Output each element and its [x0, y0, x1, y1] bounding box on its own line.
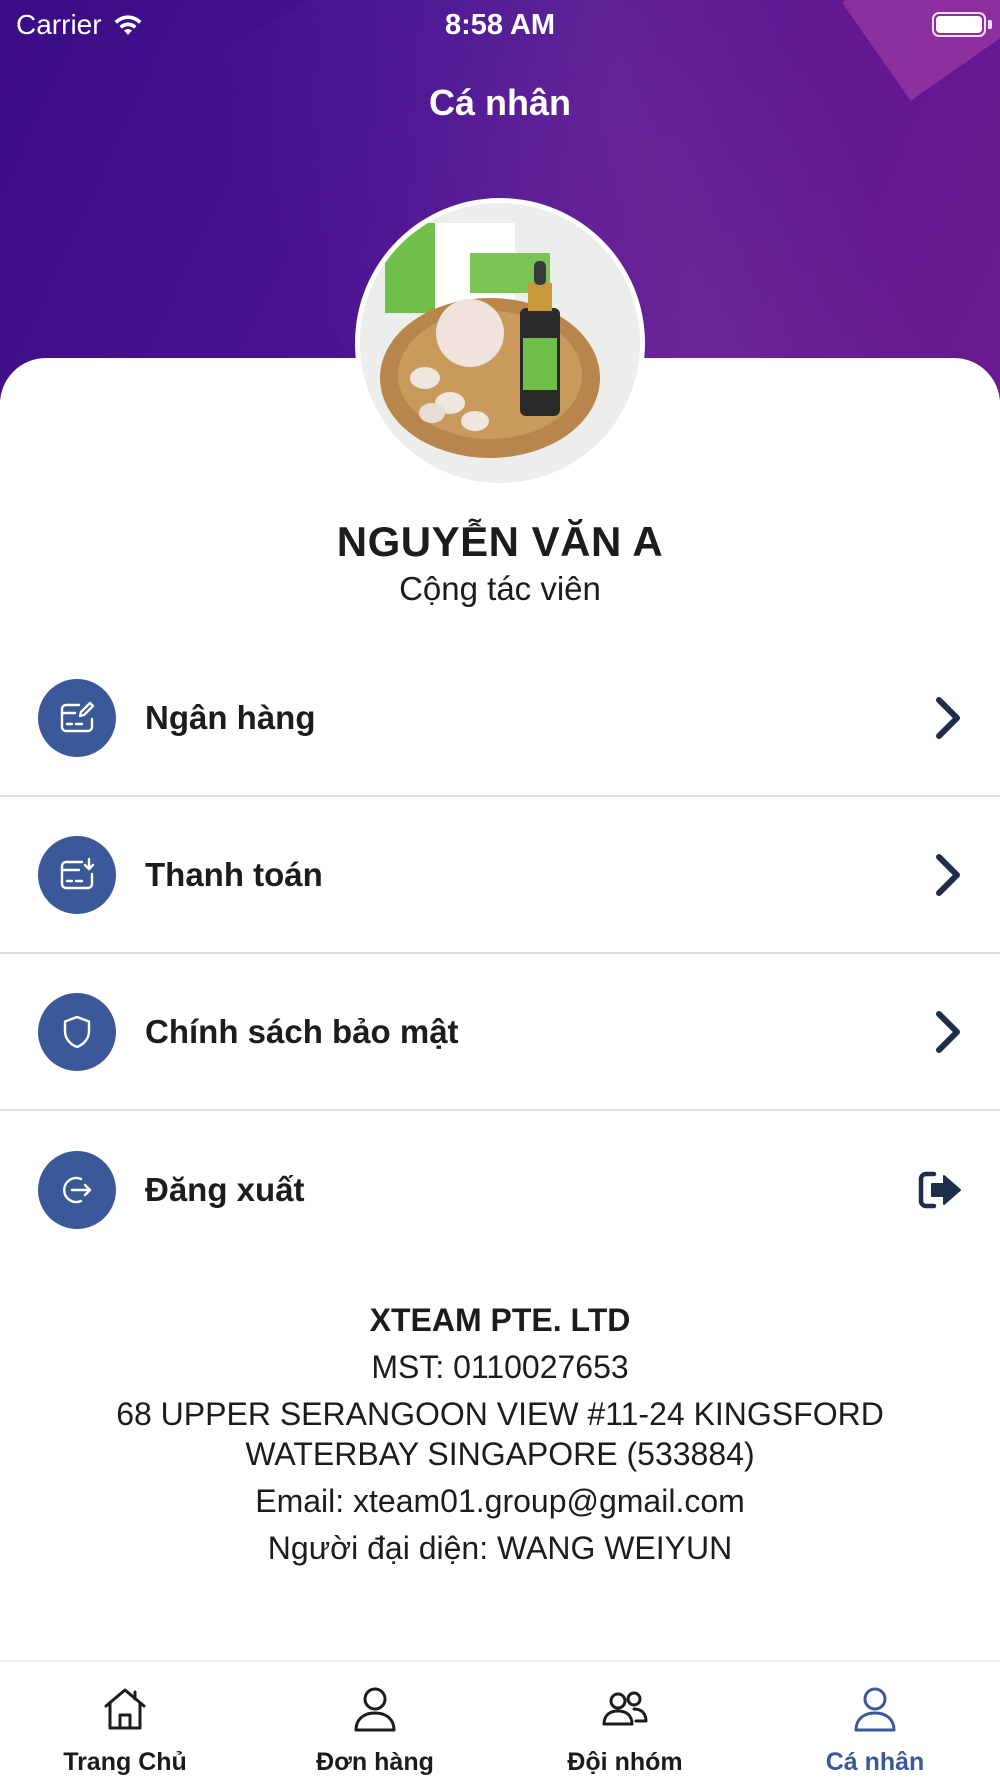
tab-bar: Trang Chủ Đơn hàng Đội nhóm Cá nhân — [0, 1660, 1000, 1778]
tab-label: Đơn hàng — [316, 1748, 434, 1776]
company-representative: Người đại diện: WANG WEIYUN — [267, 1530, 733, 1566]
tab-label: Đội nhóm — [567, 1748, 683, 1776]
person-icon — [848, 1682, 902, 1736]
company-tax-id: MST: 0110027653 — [371, 1349, 629, 1385]
sign-out-icon — [918, 1171, 961, 1208]
avatar-image — [360, 203, 640, 483]
menu-item-label: Đăng xuất — [145, 1170, 305, 1208]
tab-team[interactable]: Đội nhóm — [500, 1662, 750, 1778]
company-address-line2: WATERBAY SINGAPORE (533884) — [245, 1436, 755, 1472]
menu-item-payment[interactable]: Thanh toán — [0, 797, 1000, 954]
page-title: Cá nhân — [428, 82, 571, 123]
menu-item-label: Chính sách bảo mật — [145, 1012, 459, 1050]
company-info: XTEAM PTE. LTD MST: 0110027653 68 UPPER … — [0, 1300, 1000, 1575]
battery-tip — [988, 20, 992, 29]
bank-card-edit-icon — [38, 678, 116, 757]
logout-icon — [38, 1150, 116, 1229]
status-time: 8:58 AM — [444, 9, 556, 41]
chevron-right-icon — [936, 853, 960, 896]
shield-icon — [38, 992, 116, 1071]
menu-item-privacy-policy[interactable]: Chính sách bảo mật — [0, 954, 1000, 1111]
chevron-right-icon — [936, 696, 960, 739]
profile-menu: Ngân hàng Thanh toán Chính sách bảo mật … — [0, 640, 1000, 1268]
battery-icon — [932, 12, 986, 37]
product-photo-icon — [360, 203, 640, 483]
company-email: Email: xteam01.group@gmail.com — [255, 1483, 745, 1519]
tab-home[interactable]: Trang Chủ — [0, 1662, 250, 1778]
home-icon — [98, 1682, 152, 1736]
payment-card-icon — [38, 835, 116, 914]
menu-item-logout[interactable]: Đăng xuất — [0, 1111, 1000, 1268]
company-address-line1: 68 UPPER SERANGOON VIEW #11-24 KINGSFORD — [116, 1396, 884, 1432]
tab-label: Cá nhân — [825, 1748, 925, 1776]
menu-item-bank[interactable]: Ngân hàng — [0, 640, 1000, 797]
avatar[interactable] — [355, 198, 645, 488]
status-bar: Carrier 8:58 AM — [0, 0, 1000, 50]
chevron-right-icon — [936, 1010, 960, 1053]
tab-orders[interactable]: Đơn hàng — [250, 1662, 500, 1778]
tab-profile[interactable]: Cá nhân — [750, 1662, 1000, 1778]
menu-item-label: Thanh toán — [145, 855, 323, 893]
company-name: XTEAM PTE. LTD — [369, 1302, 631, 1338]
tab-label: Trang Chủ — [63, 1748, 187, 1776]
person-icon — [348, 1682, 402, 1736]
group-icon — [598, 1682, 652, 1736]
user-role: Cộng tác viên — [399, 570, 601, 607]
menu-item-label: Ngân hàng — [145, 698, 316, 736]
user-name: NGUYỄN VĂN A — [336, 518, 664, 565]
